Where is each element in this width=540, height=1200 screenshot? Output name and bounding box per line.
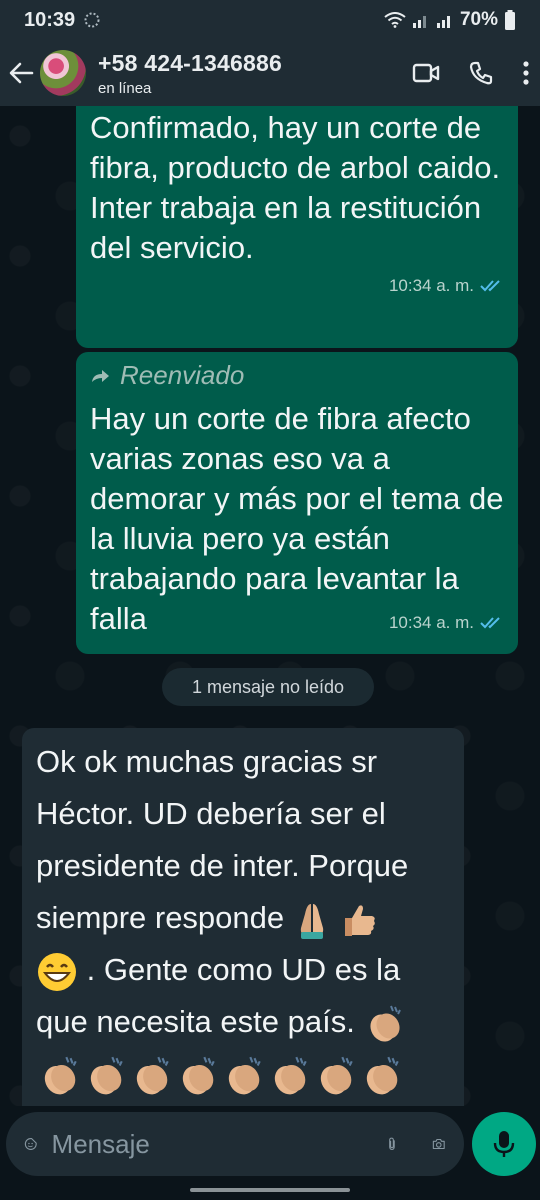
clapping-hands-emoji-icon	[274, 1056, 307, 1095]
clapping-hands-emoji-icon	[90, 1056, 123, 1095]
double-check-icon	[480, 280, 500, 292]
status-bar: 10:39 70%	[0, 0, 540, 40]
contact-name: +58 424-1346886	[98, 49, 282, 76]
status-right: 70%	[384, 9, 516, 31]
wifi-icon	[384, 12, 406, 28]
clapping-hands-emoji-icon	[366, 1056, 399, 1095]
grinning-face-emoji-icon	[38, 952, 76, 991]
clapping-hands-emoji-icon	[136, 1056, 169, 1095]
clapping-hands-emoji-icon	[228, 1056, 261, 1095]
praying-hands-emoji-icon	[300, 903, 323, 939]
unread-divider: 1 mensaje no leído	[162, 668, 374, 706]
incoming-message[interactable]: Ok ok muchas gracias sr Héctor. UD deber…	[22, 728, 464, 1106]
sync-icon	[84, 12, 100, 28]
clapping-hands-emoji-icon	[44, 1056, 77, 1095]
message-time-1: 10:34 a. m.	[388, 276, 474, 295]
chat-area[interactable]: Confirmado, hay un corte de fibra, produ…	[0, 106, 540, 1106]
forward-icon	[92, 369, 109, 382]
camera-icon[interactable]	[432, 1131, 446, 1157]
outgoing-message-1[interactable]: Confirmado, hay un corte de fibra, produ…	[76, 106, 518, 348]
contact-status: en línea	[98, 79, 152, 97]
message-meta-2: 10:34 a. m.	[90, 613, 504, 633]
message-text-2: Hay un corte de fibra afecto varias zona…	[90, 401, 504, 636]
mic-icon	[493, 1131, 515, 1157]
whatsapp-chat-screen: 10:39 70% +58 424-1346886 en línea Confi…	[0, 0, 540, 1200]
clock-label: 10:39	[24, 8, 76, 31]
message-input[interactable]	[51, 1128, 387, 1160]
voice-message-button[interactable]	[472, 1112, 536, 1176]
avatar[interactable]	[40, 50, 86, 96]
message-meta-1: 10:34 a. m.	[90, 276, 504, 296]
clapping-hands-emoji-icon	[320, 1056, 353, 1095]
back-arrow-icon[interactable]	[8, 60, 34, 86]
message-input-bar	[6, 1112, 464, 1176]
signal-icon-2	[436, 16, 450, 28]
chat-header: +58 424-1346886 en línea	[0, 40, 540, 106]
phone-icon[interactable]	[468, 60, 494, 86]
more-options-icon[interactable]	[522, 60, 530, 86]
incoming-text: Ok ok muchas gracias sr Héctor. UD deber…	[36, 736, 450, 1106]
video-call-icon[interactable]	[412, 62, 440, 84]
emoji-sticker-icon[interactable]	[24, 1129, 38, 1159]
message-text-1: Confirmado, hay un corte de fibra, produ…	[90, 106, 504, 268]
message-time-2: 10:34 a. m.	[388, 613, 474, 632]
incoming-text-line2: . Gente como UD es la que necesita este …	[36, 952, 401, 1039]
battery-label: 70%	[459, 9, 498, 30]
double-check-icon-2	[480, 617, 500, 629]
signal-icon	[412, 16, 426, 28]
clapping-hands-emoji-icon	[370, 1005, 402, 1042]
clapping-hands-emoji-icon	[182, 1056, 215, 1095]
header-actions	[412, 60, 530, 86]
clapping-row	[36, 1056, 404, 1095]
attach-icon[interactable]	[387, 1129, 397, 1159]
forwarded-label: Reenviado	[90, 360, 504, 391]
outgoing-message-2[interactable]: Reenviado Hay un corte de fibra afecto v…	[76, 352, 518, 654]
contact-info[interactable]: +58 424-1346886 en línea	[98, 50, 282, 97]
home-indicator[interactable]	[190, 1188, 350, 1192]
battery-icon	[505, 10, 515, 30]
message-text-1-content: Confirmado, hay un corte de fibra, produ…	[90, 110, 501, 265]
status-time: 10:39	[24, 9, 101, 32]
forwarded-text: Reenviado	[120, 360, 245, 390]
thumbs-up-emoji-icon	[345, 905, 376, 936]
